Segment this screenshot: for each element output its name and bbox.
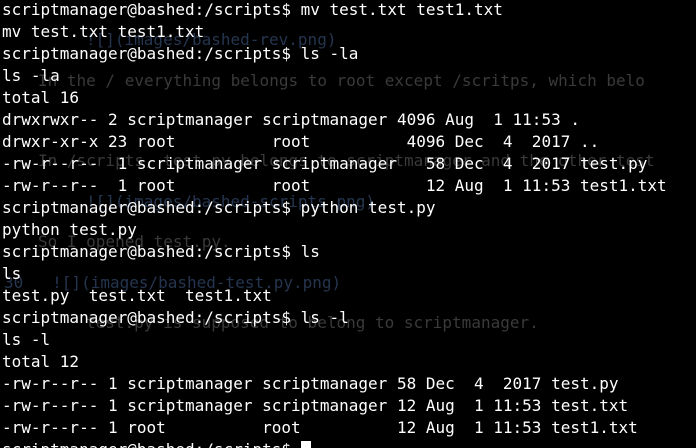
echo-line: ls -l [2, 330, 51, 349]
listing-row: -rw-r--r-- 1 scriptmanager scriptmanager… [2, 396, 629, 415]
listing-row: -rw-r--r-- 1 root root 12 Aug 1 11:53 te… [2, 418, 638, 437]
listing-row: -rw-r--r-- 1 root root 12 Aug 1 11:53 te… [2, 176, 667, 195]
output-line: test.py test.txt test1.txt [2, 286, 272, 305]
echo-line: mv test.txt test1.txt [2, 22, 205, 41]
terminal-output: scriptmanager@bashed:/scripts$ mv test.t… [2, 0, 667, 448]
listing-row: -rw-r--r-- 1 scriptmanager scriptmanager… [2, 154, 648, 173]
prompt-command-line: scriptmanager@bashed:/scripts$ mv test.t… [2, 0, 503, 19]
echo-line: ls [2, 264, 22, 283]
listing-row: -rw-r--r-- 1 scriptmanager scriptmanager… [2, 374, 619, 393]
current-prompt-line[interactable]: scriptmanager@bashed:/scripts$ [2, 439, 667, 448]
prompt-command-line: scriptmanager@bashed:/scripts$ python te… [2, 198, 436, 217]
prompt-command-line: scriptmanager@bashed:/scripts$ ls -l [2, 308, 349, 327]
listing-row: drwxr-xr-x 23 root root 4096 Dec 4 2017 … [2, 132, 600, 151]
output-line: total 12 [2, 352, 80, 371]
echo-line: ls -la [2, 66, 60, 85]
listing-row: drwxrwxr-- 2 scriptmanager scriptmanager… [2, 110, 580, 129]
prompt-command-line: scriptmanager@bashed:/scripts$ ls -la [2, 44, 359, 63]
current-prompt: scriptmanager@bashed:/scripts$ [2, 440, 301, 448]
terminal-window[interactable]: ![](images/bashed-rev.png) In the / ever… [0, 0, 696, 448]
echo-line: python test.py [2, 220, 137, 239]
prompt-command-line: scriptmanager@bashed:/scripts$ ls [2, 242, 320, 261]
output-line: total 16 [2, 88, 80, 107]
text-cursor [300, 441, 311, 448]
